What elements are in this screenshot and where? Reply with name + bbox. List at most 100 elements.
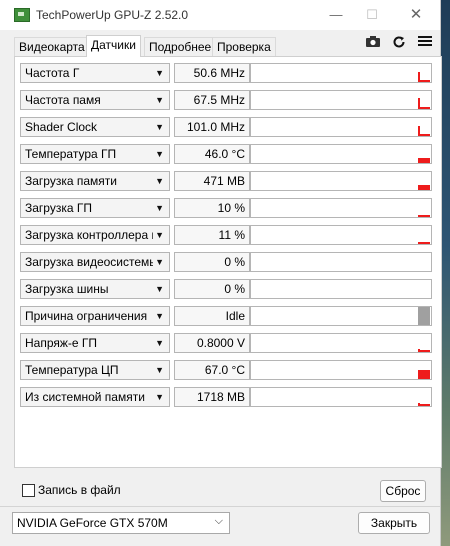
sensor-graph-baseline <box>418 350 430 352</box>
log-to-file-checkbox[interactable] <box>22 484 35 497</box>
tab-validation[interactable]: Проверка <box>212 37 276 56</box>
sensor-label: Загрузка видеосистемы <box>25 255 153 269</box>
sensor-value: Idle <box>174 306 250 326</box>
sensor-row: Температура ЦП ▼ 67.0 °C <box>20 360 438 380</box>
reset-button[interactable]: Сброс <box>380 480 426 502</box>
sensor-label: Загрузка шины <box>25 282 109 296</box>
sensor-row: Загрузка шины ▼ 0 % <box>20 279 438 299</box>
sensor-row: Температура ГП ▼ 46.0 °C <box>20 144 438 164</box>
sensor-graph <box>250 387 432 407</box>
log-to-file-label: Запись в файл <box>38 483 121 497</box>
sensor-row: Частота Г ▼ 50.6 MHz <box>20 63 438 83</box>
gpuz-window: TechPowerUp GPU-Z 2.52.0 — ☐ ✕ Видеокарт… <box>0 0 442 546</box>
dropdown-arrow-icon: ▼ <box>155 311 164 321</box>
tab-graphics-card[interactable]: Видеокарта <box>14 37 90 56</box>
sensor-graph-bar <box>418 370 430 379</box>
sensor-value: 67.0 °C <box>174 360 250 380</box>
sensor-graph <box>250 198 432 218</box>
sensor-label: Температура ЦП <box>25 363 119 377</box>
sensor-value: 471 MB <box>174 171 250 191</box>
sensor-graph-baseline <box>418 404 430 406</box>
sensor-graph <box>250 144 432 164</box>
sensor-graph <box>250 171 432 191</box>
sensor-label: Частота памя <box>25 93 101 107</box>
gpu-selector-value: NVIDIA GeForce GTX 570M <box>17 516 168 530</box>
maximize-button[interactable]: ☐ <box>354 4 390 26</box>
sensor-graph <box>250 252 432 272</box>
sensor-row: Загрузка контроллера памяти▼11 % <box>20 225 438 245</box>
dropdown-arrow-icon: ▼ <box>155 203 164 213</box>
close-button[interactable]: Закрыть <box>358 512 430 534</box>
sensor-selector[interactable]: Загрузка ГП ▼ <box>20 198 170 218</box>
sensor-row: Shader Clock ▼ 101.0 MHz <box>20 117 438 137</box>
sensor-label: Напряж-е ГП <box>25 336 98 350</box>
sensor-label: Shader Clock <box>25 120 98 134</box>
sensor-selector[interactable]: Загрузка видеосистемы ▼ <box>20 252 170 272</box>
sensor-selector[interactable]: Загрузка памяти ▼ <box>20 171 170 191</box>
minimize-button[interactable]: — <box>318 4 354 26</box>
dropdown-arrow-icon: ▼ <box>155 176 164 186</box>
sensor-selector[interactable]: Напряж-е ГП ▼ <box>20 333 170 353</box>
sensor-graph <box>250 225 432 245</box>
sensor-graph <box>250 306 432 326</box>
sensor-row: Загрузка памяти ▼ 471 MB <box>20 171 438 191</box>
sensor-label: Загрузка ГП <box>25 201 92 215</box>
sensor-selector[interactable]: Частота Г ▼ <box>20 63 170 83</box>
sensor-value: 46.0 °C <box>174 144 250 164</box>
dropdown-arrow-icon: ▼ <box>155 338 164 348</box>
sensor-selector[interactable]: Температура ГП ▼ <box>20 144 170 164</box>
menu-icon[interactable] <box>416 35 434 51</box>
sensor-value: 0 % <box>174 252 250 272</box>
gpu-selector[interactable]: NVIDIA GeForce GTX 570M ⌵ <box>12 512 230 534</box>
sensor-label: Причина ограничения <box>25 309 148 323</box>
dropdown-arrow-icon: ▼ <box>155 230 164 240</box>
window-title: TechPowerUp GPU-Z 2.52.0 <box>36 8 189 22</box>
sensor-value: 0.8000 V <box>174 333 250 353</box>
sensor-graph <box>250 333 432 353</box>
sensor-graph-bar <box>418 242 430 244</box>
camera-icon[interactable] <box>364 35 382 51</box>
dropdown-arrow-icon: ▼ <box>155 257 164 267</box>
sensor-selector[interactable]: Загрузка шины ▼ <box>20 279 170 299</box>
sensor-row: Причина ограничения ▼ Idle <box>20 306 438 326</box>
sensor-graph-bar <box>418 158 430 163</box>
sensor-graph-bar <box>418 185 430 190</box>
dropdown-arrow-icon: ▼ <box>155 284 164 294</box>
sensor-graph-bar <box>418 215 430 217</box>
sensor-row: Загрузка ГП ▼ 10 % <box>20 198 438 218</box>
sensor-selector[interactable]: Причина ограничения ▼ <box>20 306 170 326</box>
sensor-label: Загрузка контроллера памяти <box>25 228 153 242</box>
sensor-selector[interactable]: Температура ЦП ▼ <box>20 360 170 380</box>
gpuz-app-icon <box>14 8 30 22</box>
sensor-value: 101.0 MHz <box>174 117 250 137</box>
dropdown-arrow-icon: ▼ <box>155 95 164 105</box>
sensor-graph-baseline <box>418 107 430 109</box>
sensor-value: 50.6 MHz <box>174 63 250 83</box>
sensor-row: Напряж-е ГП ▼ 0.8000 V <box>20 333 438 353</box>
dropdown-arrow-icon: ▼ <box>155 365 164 375</box>
sensor-value: 67.5 MHz <box>174 90 250 110</box>
sensor-selector[interactable]: Shader Clock ▼ <box>20 117 170 137</box>
sensor-graph <box>250 279 432 299</box>
tab-sensors[interactable]: Датчики <box>86 35 141 57</box>
sensor-row: Частота памя ▼ 67.5 MHz <box>20 90 438 110</box>
sensor-label: Температура ГП <box>25 147 117 161</box>
tab-advanced[interactable]: Подробнее <box>144 37 217 56</box>
chevron-down-icon: ⌵ <box>214 515 223 527</box>
sensor-selector[interactable]: Частота памя ▼ <box>20 90 170 110</box>
sensor-value: 10 % <box>174 198 250 218</box>
sensor-graph <box>250 90 432 110</box>
title-bar: TechPowerUp GPU-Z 2.52.0 — ☐ ✕ <box>0 0 440 30</box>
sensor-graph-baseline <box>418 134 430 136</box>
sensor-selector[interactable]: Загрузка контроллера памяти▼ <box>20 225 170 245</box>
close-window-button[interactable]: ✕ <box>398 4 434 26</box>
sensor-label: Из системной памяти <box>25 390 145 404</box>
sensor-value: 0 % <box>174 279 250 299</box>
sensor-label: Загрузка памяти <box>25 174 117 188</box>
sensor-row: Из системной памяти ▼ 1718 MB <box>20 387 438 407</box>
refresh-icon[interactable] <box>390 35 408 51</box>
sensor-selector[interactable]: Из системной памяти ▼ <box>20 387 170 407</box>
sensor-graph <box>250 63 432 83</box>
dropdown-arrow-icon: ▼ <box>155 149 164 159</box>
sensor-row: Загрузка видеосистемы ▼ 0 % <box>20 252 438 272</box>
